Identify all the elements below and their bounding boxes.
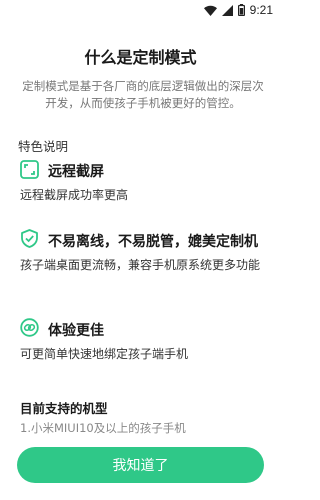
- shield-check-icon: [21, 229, 38, 248]
- feature-desc-remote-screenshot: 远程截屏成功率更高: [20, 188, 129, 202]
- wifi-icon: [203, 5, 217, 16]
- cellular-signal-icon: [221, 4, 233, 16]
- status-bar: 9:21: [0, 0, 281, 20]
- feature-title-stable: 不易离线，不易脱管，媲美定制机: [48, 234, 258, 250]
- link-icon: [20, 318, 39, 337]
- feature-title-remote-screenshot: 远程截屏: [48, 164, 104, 180]
- status-time: 9:21: [249, 3, 273, 17]
- features-section-label: 特色说明: [18, 139, 69, 154]
- feature-desc-experience: 可更简单快速地绑定孩子端手机: [20, 347, 189, 361]
- dialog-title: 什么是定制模式: [84, 48, 197, 67]
- screenshot-icon: [20, 160, 39, 179]
- feature-desc-stable: 孩子端桌面更流畅，兼容手机原系统更多功能: [20, 258, 261, 272]
- supported-models-title: 目前支持的机型: [20, 401, 108, 416]
- supported-model-item: 1.小米MIUI10及以上的孩子手机: [20, 421, 186, 435]
- dialog-intro: 定制模式是基于各厂商的底层逻辑做出的深层次开发，从而使孩子手机被更好的管控。: [22, 79, 264, 110]
- battery-icon: [237, 4, 245, 16]
- status-icons: 9:21: [203, 3, 273, 17]
- feature-title-experience: 体验更佳: [48, 323, 104, 339]
- confirm-button[interactable]: 我知道了: [17, 447, 264, 483]
